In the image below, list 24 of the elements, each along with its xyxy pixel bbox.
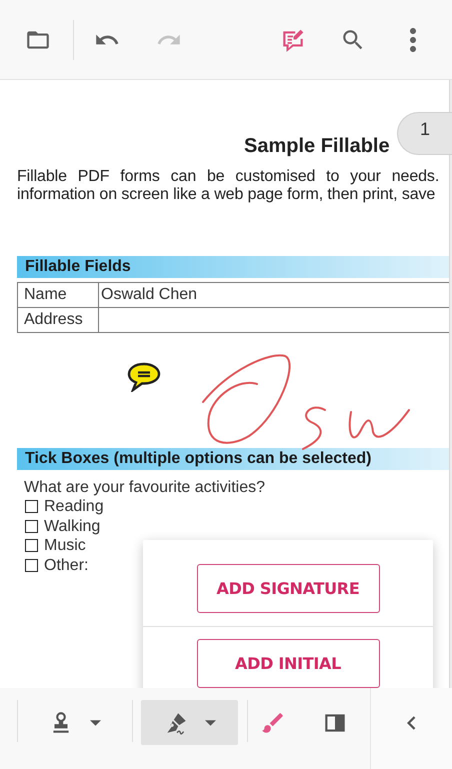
field-label: Name — [17, 283, 99, 307]
checkbox[interactable] — [25, 539, 38, 552]
checkbox[interactable] — [25, 520, 38, 533]
field-label: Address — [17, 308, 99, 332]
checkbox-label: Walking — [44, 516, 100, 536]
section-header: Fillable Fields — [17, 256, 449, 278]
page-number-badge: 1 — [397, 112, 452, 155]
document-title: Sample Fillable — [243, 134, 390, 158]
checkbox-label: Music — [44, 536, 86, 556]
more-icon — [410, 28, 416, 52]
input-field[interactable]: Oswald Chen — [99, 283, 449, 307]
add-signature-button[interactable]: ADD SIGNATURE — [196, 564, 380, 613]
add-initial-button[interactable]: ADD INITIAL — [196, 639, 380, 688]
chevron-left-icon — [407, 716, 416, 730]
checkbox[interactable] — [25, 558, 38, 572]
paragraph-line: information on screen like a web page form, then print, save — [17, 186, 436, 204]
question-text: What are your favourite activities? — [24, 478, 265, 497]
checkbox-label: Other: — [44, 556, 88, 575]
checkbox[interactable] — [25, 500, 38, 514]
comment-icon[interactable] — [127, 362, 161, 392]
section-header: Tick Boxes (multiple options can be selected) — [17, 448, 449, 470]
paragraph-line: Fillable PDF forms can be customised to your needs. — [17, 168, 440, 186]
pen-tool-button[interactable] — [141, 700, 238, 745]
checkbox-label: Reading — [44, 497, 104, 516]
